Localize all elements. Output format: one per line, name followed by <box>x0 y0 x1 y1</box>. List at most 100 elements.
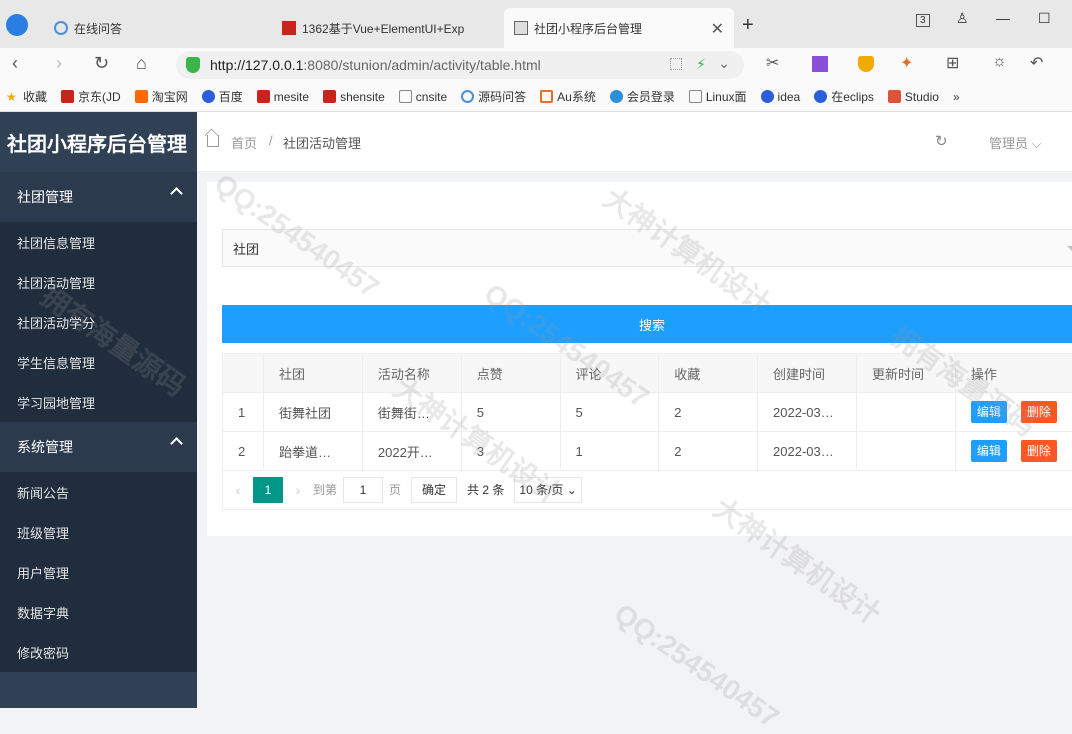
forward-icon[interactable]: › <box>56 53 62 74</box>
shirt-icon[interactable]: ♙ <box>956 10 969 27</box>
paw-icon <box>202 90 215 103</box>
url-path: :8080/stunion/admin/activity/table.html <box>303 57 540 73</box>
bookmark-item[interactable]: cnsite <box>399 90 447 104</box>
cell-name: 街舞街… <box>362 393 461 432</box>
table-header: 社团 活动名称 点赞 评论 收藏 创建时间 更新时间 操作 <box>223 354 1072 393</box>
image-icon <box>514 21 528 35</box>
maximize-icon[interactable]: ☐ <box>1038 10 1051 27</box>
top-bar: 首页 / 社团活动管理 ↻ 管理员 ⌵ <box>197 112 1072 172</box>
table-row: 1 街舞社团 街舞街… 5 5 2 2022-03… 编辑删除 <box>223 393 1072 432</box>
translate-icon[interactable] <box>812 56 828 72</box>
scissors-icon[interactable]: ✂ <box>766 53 779 73</box>
bookmark-item[interactable]: idea <box>761 90 801 104</box>
cell-updated <box>857 393 956 432</box>
cell-actions: 编辑删除 <box>955 432 1072 471</box>
breadcrumb-home[interactable]: 首页 <box>231 133 257 152</box>
qr-icon[interactable] <box>670 58 682 70</box>
close-icon[interactable]: ✕ <box>711 19 724 39</box>
apps-icon[interactable]: ⊞ <box>946 53 959 73</box>
home-icon[interactable]: ⌂ <box>136 53 147 74</box>
bookmark-item[interactable]: shensite <box>323 90 385 104</box>
goto-prefix: 到第 <box>313 481 337 498</box>
column-header-created: 创建时间 <box>758 354 857 393</box>
bolt-icon[interactable]: ⚡ <box>696 56 706 73</box>
activity-table: 社团 活动名称 点赞 评论 收藏 创建时间 更新时间 操作 1 街舞社团 街舞街… <box>222 353 1072 471</box>
swirl-icon <box>461 90 474 103</box>
menu-item-club-activity[interactable]: 社团活动管理 <box>0 262 197 302</box>
menu-item-class[interactable]: 班级管理 <box>0 512 197 552</box>
bookmarks-bar: ★收藏 京东(JD 淘宝网 百度 mesite shensite cnsite … <box>0 82 1072 112</box>
chevron-up-icon <box>170 437 183 450</box>
tab-count-badge[interactable]: 3 <box>916 14 930 27</box>
menu-item-users[interactable]: 用户管理 <box>0 552 197 592</box>
brightness-icon[interactable]: ☼ <box>992 53 1007 71</box>
bookmark-item[interactable]: 百度 <box>202 88 243 105</box>
tab-bar: 在线问答 1362基于Vue+ElementUI+Exp 社团小程序后台管理 ✕… <box>0 0 1072 48</box>
prev-page-icon[interactable]: ‹ <box>223 482 253 498</box>
star-icon: ★ <box>6 90 19 103</box>
new-tab-icon[interactable]: + <box>742 14 754 37</box>
app-icon <box>282 21 296 35</box>
bookmark-label: 京东(JD <box>78 88 121 105</box>
tab-label: 1362基于Vue+ElementUI+Exp <box>302 20 464 37</box>
goto-confirm-button[interactable]: 确定 <box>411 477 457 503</box>
column-header-updated: 更新时间 <box>857 354 956 393</box>
menu-item-student-info[interactable]: 学生信息管理 <box>0 342 197 382</box>
menu-item-learning[interactable]: 学习园地管理 <box>0 382 197 422</box>
column-header-comments: 评论 <box>560 354 659 393</box>
current-page[interactable]: 1 <box>253 477 283 503</box>
bookmark-item[interactable]: 在eclips <box>814 88 874 105</box>
menu-item-password[interactable]: 修改密码 <box>0 632 197 672</box>
next-page-icon[interactable]: › <box>283 482 313 498</box>
game-icon[interactable]: ✦ <box>900 53 913 73</box>
minimize-icon[interactable]: — <box>996 10 1010 26</box>
browser-logo-icon[interactable] <box>6 14 28 36</box>
bookmark-item[interactable]: Au系统 <box>540 88 596 105</box>
edit-button[interactable]: 编辑 <box>971 440 1007 462</box>
refresh-icon[interactable]: ↻ <box>935 132 948 150</box>
tab-label: 社团小程序后台管理 <box>534 20 642 37</box>
goto-suffix: 页 <box>389 481 401 498</box>
cell-favorites: 2 <box>659 432 758 471</box>
url-field[interactable]: http://127.0.0.1 :8080/stunion/admin/act… <box>176 51 744 79</box>
bookmark-item[interactable]: 源码问答 <box>461 88 526 105</box>
tab-vue[interactable]: 1362基于Vue+ElementUI+Exp <box>272 8 502 48</box>
tab-qa[interactable]: 在线问答 <box>44 8 266 48</box>
bookmark-item[interactable]: ★收藏 <box>6 88 47 105</box>
edit-button[interactable]: 编辑 <box>971 401 1007 423</box>
menu-item-activity-credit[interactable]: 社团活动学分 <box>0 302 197 342</box>
club-select[interactable]: 社团 <box>222 229 1072 267</box>
tab-label: 在线问答 <box>74 20 122 37</box>
menu-group-club[interactable]: 社团管理 <box>0 172 197 222</box>
bookmark-item[interactable]: 会员登录 <box>610 88 675 105</box>
shield-extension-icon[interactable] <box>858 56 874 72</box>
menu-item-dictionary[interactable]: 数据字典 <box>0 592 197 632</box>
back-icon[interactable]: ‹ <box>12 53 18 74</box>
menu-item-club-info[interactable]: 社团信息管理 <box>0 222 197 262</box>
pagination: ‹ 1 › 到第 1 页 确定 共 2 条 10 条/页 ⌄ <box>222 470 1072 510</box>
bookmark-item[interactable]: Studio <box>888 90 939 104</box>
bookmark-label: cnsite <box>416 90 447 104</box>
reload-icon[interactable]: ↻ <box>94 53 109 74</box>
main-content: 首页 / 社团活动管理 ↻ 管理员 ⌵ 社团 搜索 社团 活动名称 点赞 评论 … <box>197 112 1072 708</box>
page-size-select[interactable]: 10 条/页 ⌄ <box>514 477 581 503</box>
menu-group-system[interactable]: 系统管理 <box>0 422 197 472</box>
paw-icon <box>814 90 827 103</box>
user-menu[interactable]: 管理员 ⌵ <box>989 133 1041 152</box>
group-label: 系统管理 <box>17 437 73 457</box>
bookmark-item[interactable]: 京东(JD <box>61 88 121 105</box>
goto-page-input[interactable]: 1 <box>343 477 383 503</box>
bookmark-item[interactable]: 淘宝网 <box>135 88 188 105</box>
bookmark-item[interactable]: Linux面 <box>689 88 747 105</box>
undo-icon[interactable]: ↶ <box>1030 53 1043 73</box>
delete-button[interactable]: 删除 <box>1021 401 1057 423</box>
search-button[interactable]: 搜索 <box>222 305 1072 343</box>
chevron-down-icon[interactable]: ⌄ <box>718 55 730 72</box>
page-icon <box>689 90 702 103</box>
tab-admin[interactable]: 社团小程序后台管理 ✕ <box>504 8 734 48</box>
more-bookmarks-icon[interactable]: » <box>953 90 960 104</box>
menu-item-news[interactable]: 新闻公告 <box>0 472 197 512</box>
home-icon[interactable] <box>207 135 219 147</box>
delete-button[interactable]: 删除 <box>1021 440 1057 462</box>
bookmark-item[interactable]: mesite <box>257 90 309 104</box>
